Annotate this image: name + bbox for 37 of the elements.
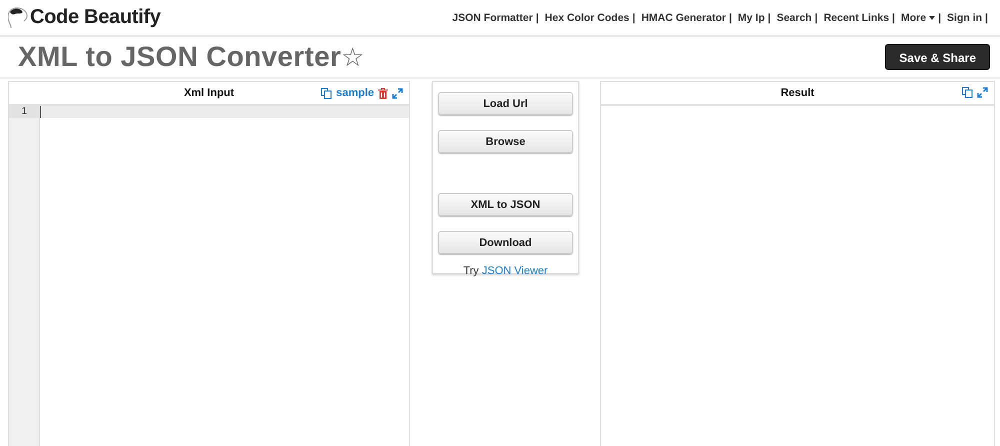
save-share-button[interactable]: Save & Share <box>885 44 990 70</box>
expand-icon[interactable] <box>977 87 988 98</box>
more-menu[interactable]: More <box>901 12 936 24</box>
separator-text: | <box>814 12 818 24</box>
page-title: XML to JSON Converter <box>18 41 342 73</box>
panel-title: Xml Input <box>184 87 234 99</box>
separator-text: | <box>728 12 732 24</box>
action-button[interactable]: Browse <box>438 130 573 153</box>
separator-text: | <box>536 12 539 24</box>
separator-text: | <box>938 12 942 24</box>
caret-icon <box>929 16 936 20</box>
copy-icon[interactable] <box>962 87 973 98</box>
nav-link[interactable]: Sign in <box>947 12 982 24</box>
star-icon[interactable]: ☆ <box>341 42 364 72</box>
logo-text[interactable]: Code Beautify <box>30 6 161 29</box>
expand-icon[interactable] <box>392 88 403 98</box>
action-button[interactable]: Download <box>438 231 573 254</box>
separator-text: | <box>632 12 636 24</box>
nav-link[interactable]: My Ip <box>738 12 765 24</box>
try-text: Try <box>463 265 479 277</box>
sample-link[interactable]: sample <box>336 87 374 99</box>
nav-link[interactable]: JSON Formatter <box>452 12 533 24</box>
nav-link[interactable]: Recent Links <box>824 12 890 24</box>
action-button[interactable]: Load Url <box>438 92 573 115</box>
logo-icon <box>8 6 28 30</box>
nav-link[interactable]: Hex Color Codes <box>544 12 630 24</box>
separator-text: | <box>892 12 895 24</box>
nav-link[interactable]: HMAC Generator <box>641 12 726 24</box>
line-number: 1 <box>9 106 39 118</box>
action-button[interactable]: XML to JSON <box>438 193 573 216</box>
trash-icon[interactable] <box>378 88 388 98</box>
separator-text: | <box>768 12 771 24</box>
nav-link[interactable]: Search <box>776 12 812 24</box>
json-viewer-link[interactable]: JSON Viewer <box>482 265 548 277</box>
panel-title: Result <box>780 87 814 99</box>
separator-text: | <box>985 12 988 24</box>
copy-icon[interactable] <box>321 88 332 98</box>
